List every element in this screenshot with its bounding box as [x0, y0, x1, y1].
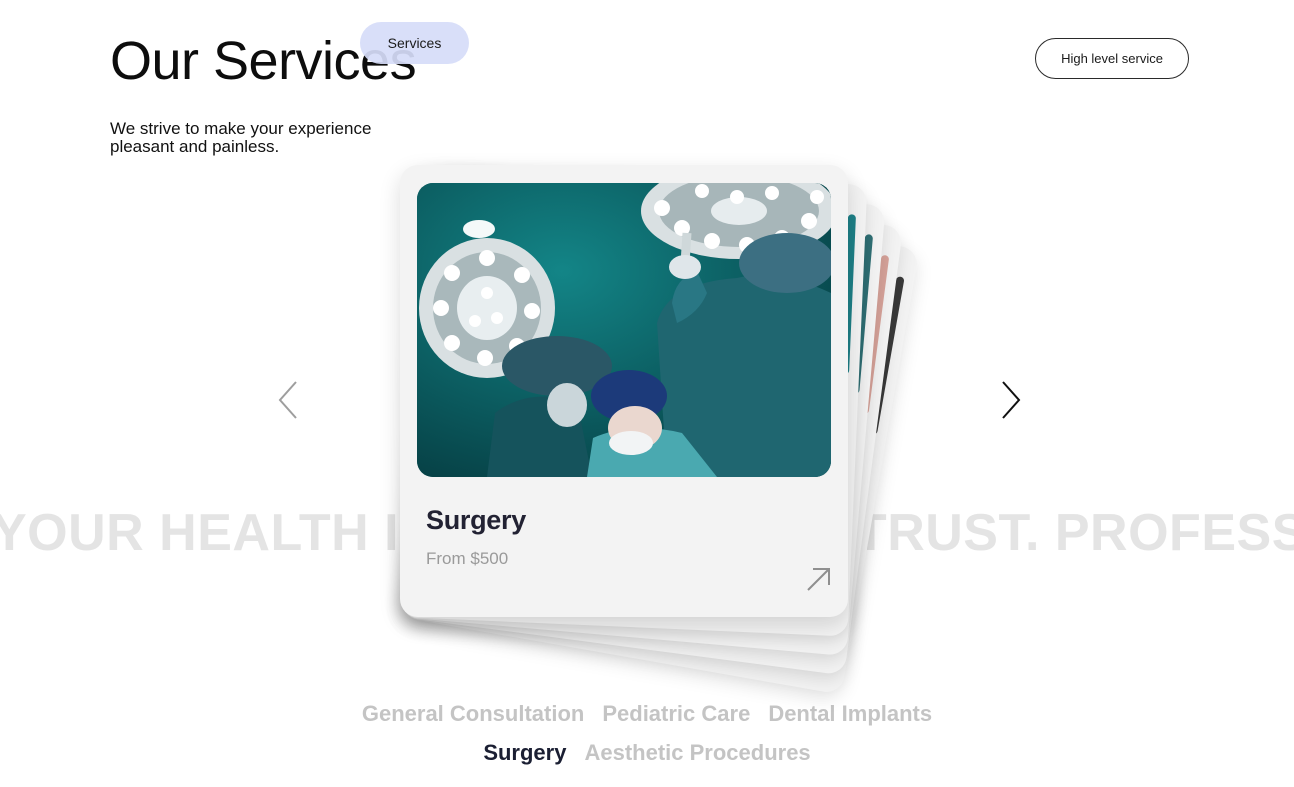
tab-row: Surgery Aesthetic Procedures [0, 733, 1294, 772]
card-open-button[interactable] [805, 565, 833, 593]
service-card-stack: Surgery From $500 [400, 165, 940, 695]
service-card-surgery[interactable]: Surgery From $500 [400, 165, 848, 617]
services-pill[interactable]: Services [360, 22, 469, 64]
tab-row: General Consultation Pediatric Care Dent… [0, 694, 1294, 733]
tab-pediatric-care[interactable]: Pediatric Care [602, 694, 750, 733]
arrow-up-right-icon [807, 568, 830, 591]
card-price: From $500 [426, 549, 509, 568]
surgery-photo [417, 183, 831, 477]
tab-dental-implants[interactable]: Dental Implants [768, 694, 932, 733]
tagline: We strive to make your experience pleasa… [110, 119, 372, 156]
high-level-service-button[interactable]: High level service [1035, 38, 1189, 79]
services-page: Our Services Services High level service… [0, 0, 1294, 787]
tab-general-consultation[interactable]: General Consultation [362, 694, 584, 733]
tab-surgery[interactable]: Surgery [483, 733, 566, 772]
chevron-left-icon [278, 381, 297, 419]
tab-aesthetic-procedures[interactable]: Aesthetic Procedures [584, 733, 810, 772]
card-title: Surgery [426, 505, 526, 535]
service-tabs: General Consultation Pediatric Care Dent… [0, 694, 1294, 772]
carousel-prev-button[interactable] [274, 378, 304, 422]
carousel-next-button[interactable] [995, 378, 1025, 422]
surgeons-operating-room-photo [417, 183, 831, 477]
chevron-right-icon [1002, 381, 1021, 419]
